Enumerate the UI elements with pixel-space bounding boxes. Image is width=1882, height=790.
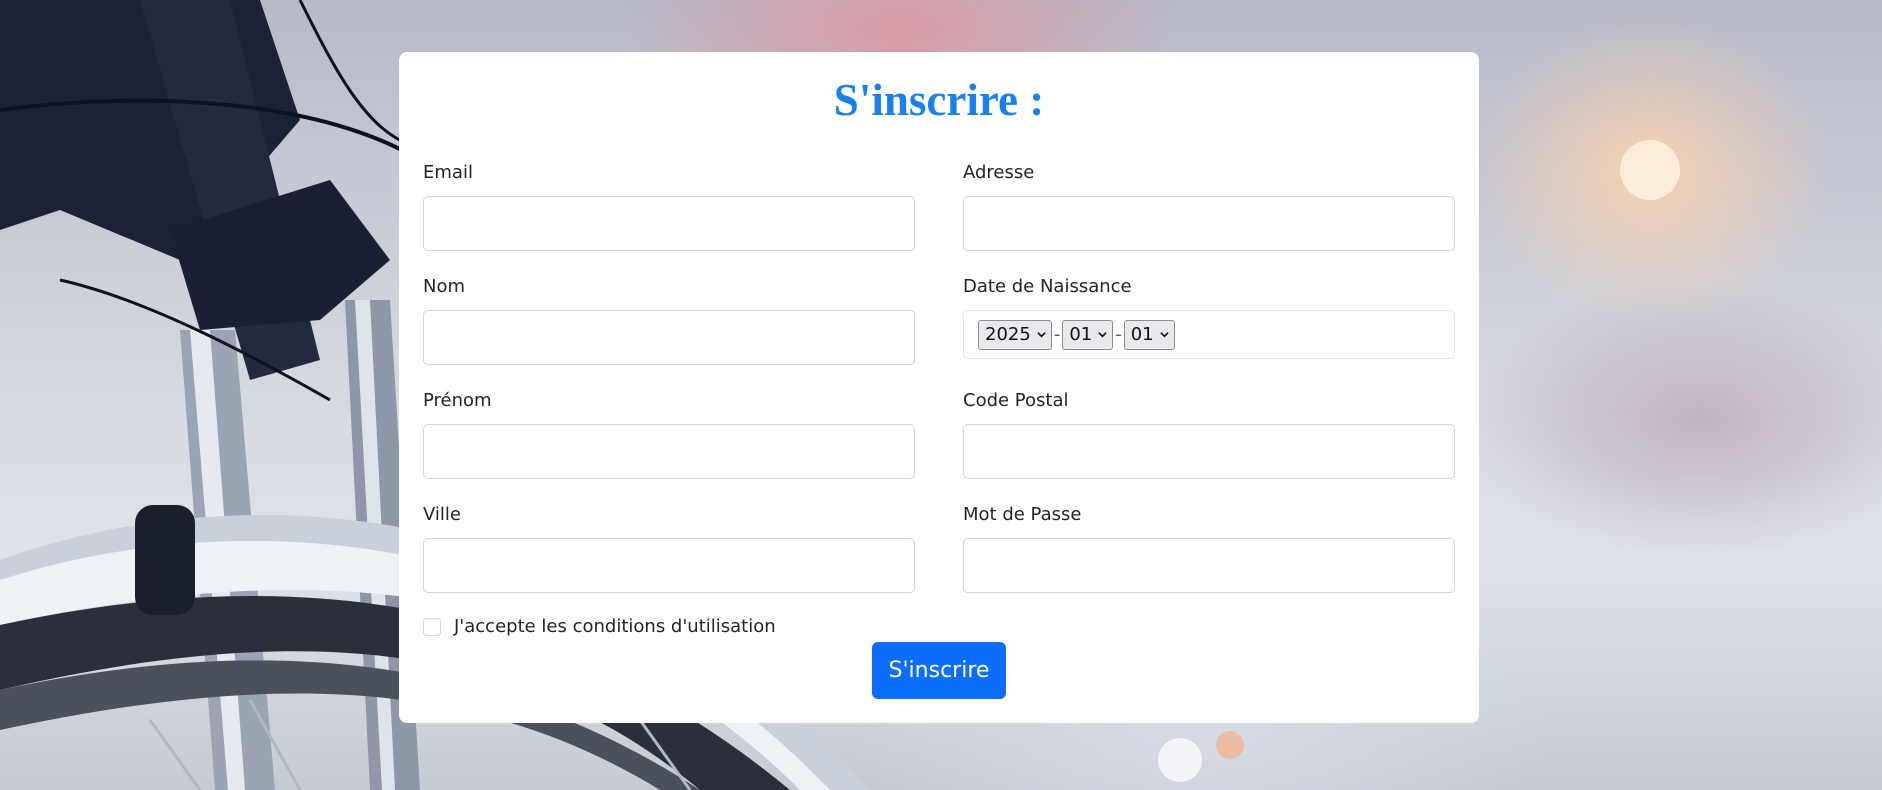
nom-input[interactable] <box>423 310 915 365</box>
mot-de-passe-label: Mot de Passe <box>963 504 1082 525</box>
date-naissance-input: 2025 - 01 - 01 <box>963 310 1455 359</box>
day-value: 01 <box>1130 324 1154 345</box>
ville-label: Ville <box>423 504 461 525</box>
day-select[interactable]: 01 <box>1123 319 1175 350</box>
prenom-input[interactable] <box>423 424 915 479</box>
email-label: Email <box>423 162 473 183</box>
date-separator: - <box>1053 324 1061 345</box>
terms-checkbox[interactable] <box>423 617 441 636</box>
code-postal-input[interactable] <box>963 424 1455 479</box>
page-title: S'inscrire : <box>833 75 1045 125</box>
mot-de-passe-group: Mot de Passe <box>963 502 1455 593</box>
year-select[interactable]: 2025 <box>978 319 1052 350</box>
ville-group: Ville <box>423 502 915 593</box>
nom-group: Nom <box>423 274 915 365</box>
year-value: 2025 <box>985 324 1031 345</box>
terms-label[interactable]: J'accepte les conditions d'utilisation <box>454 616 776 637</box>
date-naissance-group: Date de Naissance 2025 - 01 - 01 <box>963 274 1455 359</box>
prenom-label: Prénom <box>423 390 492 411</box>
prenom-group: Prénom <box>423 388 915 479</box>
code-postal-label: Code Postal <box>963 390 1069 411</box>
month-value: 01 <box>1069 324 1093 345</box>
signup-form-card: S'inscrire : Email Adresse Nom Date de N… <box>399 52 1479 723</box>
date-separator: - <box>1115 324 1122 345</box>
adresse-input[interactable] <box>963 196 1455 251</box>
mot-de-passe-input[interactable] <box>963 538 1455 593</box>
chevron-down-icon <box>1037 332 1046 338</box>
adresse-label: Adresse <box>963 162 1035 183</box>
adresse-group: Adresse <box>963 160 1455 251</box>
ville-input[interactable] <box>423 538 915 593</box>
chevron-down-icon <box>1098 332 1107 338</box>
terms-row: J'accepte les conditions d'utilisation <box>423 616 776 637</box>
month-select[interactable]: 01 <box>1062 319 1114 350</box>
code-postal-group: Code Postal <box>963 388 1455 479</box>
nom-label: Nom <box>423 276 466 297</box>
chevron-down-icon <box>1159 332 1169 338</box>
date-naissance-label: Date de Naissance <box>963 276 1132 297</box>
signup-submit-button[interactable]: S'inscrire <box>872 642 1006 699</box>
email-input[interactable] <box>423 196 915 251</box>
email-group: Email <box>423 160 915 251</box>
